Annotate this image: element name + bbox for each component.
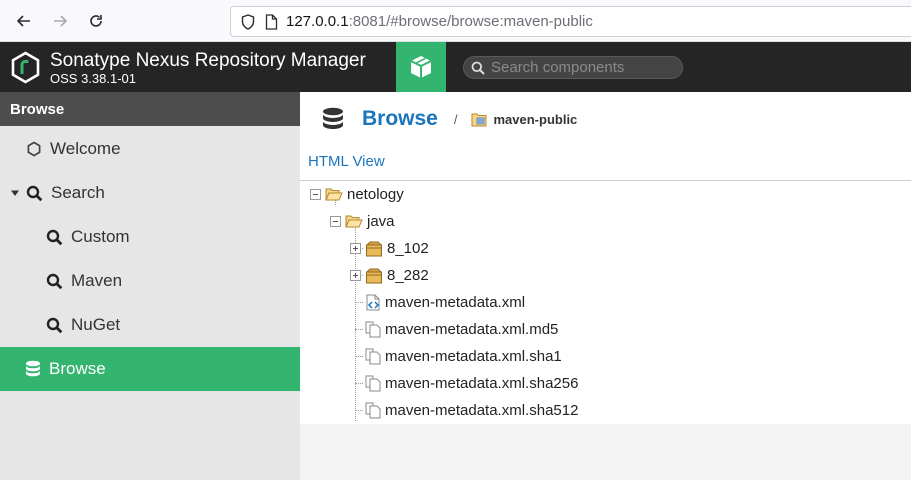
html-view-link[interactable]: HTML View bbox=[308, 153, 385, 170]
tree-node-label: 8_282 bbox=[387, 267, 429, 284]
database-icon bbox=[26, 360, 40, 377]
url-host: 127.0.0.1 bbox=[286, 13, 349, 30]
tree-connector bbox=[355, 329, 363, 330]
sidebar-item-browse[interactable]: Browse bbox=[0, 347, 300, 391]
sidebar-item-welcome[interactable]: Welcome bbox=[0, 127, 300, 171]
tree-connector bbox=[355, 410, 363, 411]
sidebar-item-label: Browse bbox=[49, 359, 106, 378]
reload-icon bbox=[90, 15, 102, 27]
search-components-input[interactable] bbox=[491, 59, 671, 76]
tree-node-label: maven-metadata.xml.sha1 bbox=[385, 348, 562, 365]
tree-node-netology[interactable]: netology bbox=[310, 181, 404, 208]
breadcrumb: Browse / maven-public bbox=[322, 104, 577, 134]
tree-node-label: maven-metadata.xml.sha512 bbox=[385, 402, 579, 419]
tree-node-java[interactable]: java bbox=[330, 208, 395, 235]
breadcrumb-separator: / bbox=[453, 111, 458, 127]
file-icon bbox=[365, 402, 381, 419]
search-icon bbox=[46, 229, 63, 245]
expand-toggle[interactable] bbox=[350, 270, 361, 281]
caret-down-icon[interactable] bbox=[10, 188, 20, 198]
arrow-right-icon bbox=[54, 15, 68, 27]
sidebar-item-custom[interactable]: Custom bbox=[0, 215, 300, 259]
sidebar-item-nuget[interactable]: NuGet bbox=[0, 303, 300, 347]
tree-node-maven-metadata-xml[interactable]: maven-metadata.xml bbox=[365, 289, 525, 316]
app-version: OSS 3.38.1-01 bbox=[50, 71, 136, 86]
url-path: :8081/#browse/browse:maven-public bbox=[348, 13, 593, 30]
tree-node-label: netology bbox=[347, 186, 404, 203]
app-header: Sonatype Nexus Repository Manager OSS 3.… bbox=[0, 42, 911, 92]
sidebar-heading: Browse bbox=[0, 92, 300, 126]
url-text[interactable]: 127.0.0.1:8081/#browse/browse:maven-publ… bbox=[286, 13, 593, 30]
shield-icon bbox=[241, 13, 255, 30]
tree-node-label: maven-metadata.xml.sha256 bbox=[385, 375, 579, 392]
file-icon bbox=[365, 321, 381, 338]
component-box-icon bbox=[365, 241, 383, 256]
nexus-logo-icon bbox=[11, 51, 40, 84]
main-content: Browse / maven-public HTML View netology… bbox=[300, 92, 911, 480]
search-icon bbox=[26, 185, 43, 201]
tree-node-label: maven-metadata.xml bbox=[385, 294, 526, 311]
tree-connector bbox=[355, 356, 363, 357]
collapse-toggle[interactable] bbox=[330, 216, 341, 227]
tree-node-8-282[interactable]: 8_282 bbox=[350, 262, 429, 289]
database-icon bbox=[323, 107, 343, 129]
hexagon-icon bbox=[27, 141, 41, 157]
reload-button[interactable] bbox=[78, 3, 114, 39]
url-bar[interactable]: 127.0.0.1:8081/#browse/browse:maven-publ… bbox=[230, 6, 911, 37]
search-components-box[interactable] bbox=[463, 56, 683, 79]
breadcrumb-browse-link[interactable]: Browse bbox=[362, 107, 438, 131]
app-title: Sonatype Nexus Repository Manager bbox=[50, 50, 366, 71]
browser-toolbar: 127.0.0.1:8081/#browse/browse:maven-publ… bbox=[0, 0, 911, 42]
component-tree: netology java 8_102 8_282 maven-metadata… bbox=[300, 181, 911, 424]
tree-node-label: java bbox=[367, 213, 395, 230]
tree-node-label: maven-metadata.xml.md5 bbox=[385, 321, 559, 338]
folder-open-icon bbox=[325, 188, 343, 201]
tree-node-label: 8_102 bbox=[387, 240, 429, 257]
repository-group-icon bbox=[471, 113, 487, 126]
xml-file-icon bbox=[366, 294, 380, 311]
search-icon bbox=[471, 61, 485, 75]
sidebar-item-label: Welcome bbox=[50, 139, 121, 158]
browse-mode-button[interactable] bbox=[396, 42, 446, 92]
sidebar: Browse Welcome Search Custom Maven NuGet… bbox=[0, 92, 300, 480]
tree-node-maven-metadata-sha1[interactable]: maven-metadata.xml.sha1 bbox=[365, 343, 562, 370]
tree-connector bbox=[355, 383, 363, 384]
forward-button[interactable] bbox=[42, 3, 78, 39]
search-icon bbox=[46, 317, 63, 333]
component-box-icon bbox=[365, 268, 383, 283]
browse-panel: Browse / maven-public HTML View netology… bbox=[300, 92, 911, 424]
tree-node-8-102[interactable]: 8_102 bbox=[350, 235, 429, 262]
back-button[interactable] bbox=[6, 3, 42, 39]
expand-toggle[interactable] bbox=[350, 243, 361, 254]
collapse-toggle[interactable] bbox=[310, 189, 321, 200]
search-icon bbox=[46, 273, 63, 289]
page-icon bbox=[265, 13, 278, 30]
file-icon bbox=[365, 348, 381, 365]
tree-node-maven-metadata-sha256[interactable]: maven-metadata.xml.sha256 bbox=[365, 370, 578, 397]
sidebar-item-maven[interactable]: Maven bbox=[0, 259, 300, 303]
breadcrumb-repository: maven-public bbox=[493, 111, 578, 127]
sidebar-item-search[interactable]: Search bbox=[0, 171, 300, 215]
sidebar-item-label: Maven bbox=[71, 271, 123, 290]
sidebar-item-label: Custom bbox=[71, 227, 130, 246]
tree-connector bbox=[355, 302, 363, 303]
cube-icon bbox=[410, 56, 432, 78]
file-icon bbox=[365, 375, 381, 392]
sidebar-item-label: NuGet bbox=[71, 315, 121, 334]
tree-node-maven-metadata-sha512[interactable]: maven-metadata.xml.sha512 bbox=[365, 397, 578, 424]
tree-node-maven-metadata-md5[interactable]: maven-metadata.xml.md5 bbox=[365, 316, 558, 343]
arrow-left-icon bbox=[16, 15, 30, 27]
folder-open-icon bbox=[345, 215, 363, 228]
sidebar-item-label: Search bbox=[51, 183, 105, 202]
